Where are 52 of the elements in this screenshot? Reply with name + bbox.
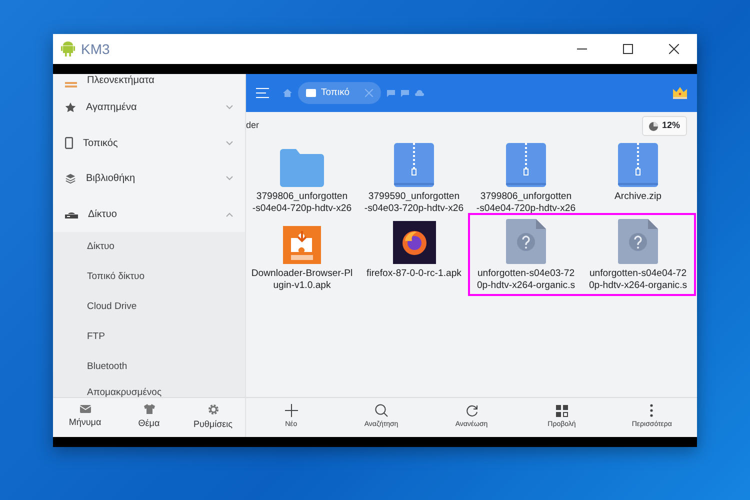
cloud-icon — [414, 90, 424, 96]
pie-chart-icon — [648, 122, 658, 130]
search-icon — [374, 404, 388, 418]
file-item[interactable]: unforgotten-s04e03-72 0p-hdtv-x264-organic.s — [470, 218, 582, 292]
file-item[interactable]: 3799806_unforgotten -s04e04-720p-hdtv-x26 — [470, 142, 582, 215]
sidebar-subitem[interactable]: Απομακρυσμένος — [53, 382, 245, 397]
sidebar-subitem[interactable]: FTP — [53, 322, 245, 352]
nav-button[interactable]: Ρυθμίσεις — [181, 398, 245, 437]
sidebar-item[interactable]: Βιβλιοθήκη — [53, 161, 245, 196]
star-icon — [65, 102, 76, 114]
unknown-file-icon — [618, 218, 658, 264]
sidebar-subitem[interactable]: Cloud Drive — [53, 292, 245, 322]
file-item[interactable]: 3799806_unforgotten -s04e04-720p-hdtv-x26 — [246, 142, 358, 215]
sidebar-item[interactable]: Δίκτυο — [53, 196, 245, 232]
grid-view-icon — [556, 404, 568, 417]
window-title: KM3 — [81, 40, 110, 58]
envelope-icon — [80, 405, 90, 414]
zip-file-icon — [394, 143, 434, 187]
home-icon — [283, 89, 292, 97]
fox-logo-icon — [392, 220, 436, 264]
sidebar-subitem[interactable]: Bluetooth — [53, 352, 245, 382]
path-text: der — [246, 119, 260, 132]
unknown-file-icon — [506, 218, 546, 264]
file-item[interactable]: Archive.zip — [582, 142, 694, 215]
close-icon — [364, 89, 372, 97]
zip-file-icon — [506, 143, 546, 187]
file-item[interactable]: unforgotten-s04e04-72 0p-hdtv-x264-organic.s — [582, 218, 694, 292]
refresh-icon — [466, 404, 478, 417]
zip-file-icon — [618, 143, 658, 187]
settings-icon — [208, 404, 218, 415]
sidebar-subitem[interactable]: Δίκτυο — [53, 232, 245, 262]
more-icon — [650, 404, 654, 418]
storage-indicator[interactable]: 12% — [642, 116, 687, 136]
menu-icon — [256, 88, 269, 98]
file-item[interactable]: Downloader-Browser-Pl ugin-v1.0.apk — [246, 218, 358, 296]
android-icon — [61, 41, 75, 57]
maximize-icon — [623, 44, 633, 54]
layers-icon — [65, 173, 76, 184]
nav-button[interactable]: Μήνυμα — [53, 398, 117, 437]
nav-button[interactable]: Θέμα — [117, 398, 181, 437]
shirt-icon — [144, 404, 154, 414]
sidebar-subitem[interactable]: Τοπικό δίκτυο — [53, 262, 245, 292]
file-item[interactable]: 3799590_unforgotten -s04e03-720p-hdtv-x26 — [358, 142, 470, 215]
close-icon — [669, 44, 679, 54]
folder-icon — [280, 149, 324, 187]
file-item[interactable]: firefox-87-0-0-rc-1.apk — [358, 218, 470, 296]
plus-icon — [284, 404, 298, 418]
sidebar-item[interactable]: Τοπικός — [53, 126, 245, 161]
sidebar-item[interactable]: Αγαπημένα — [53, 90, 245, 126]
crown-icon — [673, 87, 687, 99]
sidebar-item[interactable]: Πλεονεκτήματα — [53, 74, 245, 90]
puzzle-icon — [283, 226, 321, 264]
